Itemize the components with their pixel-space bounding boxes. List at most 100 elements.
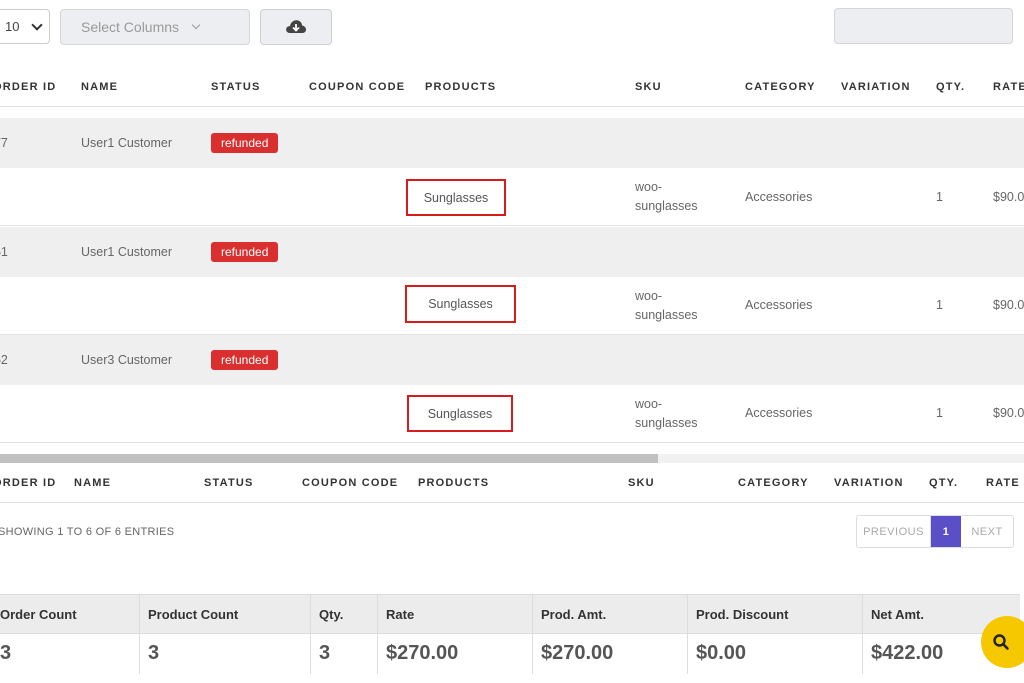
rate: $90.0 <box>993 298 1024 312</box>
pagination: PREVIOUS 1 NEXT <box>856 515 1014 548</box>
table-info: SHOWING 1 TO 6 OF 6 ENTRIES <box>0 526 175 538</box>
horizontal-scrollbar-thumb[interactable] <box>0 454 658 463</box>
sku-line: sunglasses <box>635 308 698 322</box>
qty: 1 <box>936 190 943 204</box>
col-products[interactable]: PRODUCTS <box>425 81 496 93</box>
previous-page-button[interactable]: PREVIOUS <box>857 516 931 547</box>
order-id: 361 <box>0 245 8 259</box>
search-input[interactable] <box>834 8 1013 44</box>
chevron-down-icon <box>31 19 43 31</box>
summary-header-cell: Prod. Amt. <box>541 607 607 622</box>
summary-divider <box>687 594 688 674</box>
sku-cell: woo- sunglasses <box>635 395 698 433</box>
table-footer-header: ORDER ID NAME STATUS COUPON CODE PRODUCT… <box>0 463 1024 503</box>
category: Accessories <box>745 406 813 420</box>
next-page-button[interactable]: NEXT <box>961 516 1013 547</box>
summary-header-cell: Order Count <box>0 607 77 622</box>
sku-cell: woo- sunglasses <box>635 178 698 216</box>
qty: 1 <box>936 298 943 312</box>
select-columns-placeholder: Select Columns <box>81 19 180 35</box>
col-rate: RATE <box>986 477 1020 489</box>
table-row[interactable]: 361 User1 Customer refunded <box>0 227 1024 277</box>
page-length-select[interactable]: 10 <box>0 9 50 44</box>
customer-name: User1 Customer <box>81 136 172 150</box>
summary-divider <box>862 594 863 674</box>
rate: $90.0 <box>993 406 1024 420</box>
summary-value-cell: 3 <box>0 642 12 664</box>
summary-header-cell: Net Amt. <box>871 607 924 622</box>
table-row[interactable]: Sunglasses woo- sunglasses Accessories 1… <box>0 277 1024 335</box>
summary-value-cell: $422.00 <box>871 642 944 664</box>
summary-header-cell: Prod. Discount <box>696 607 789 622</box>
product-cell-highlighted[interactable]: Sunglasses <box>405 285 516 323</box>
category: Accessories <box>745 190 813 204</box>
sku-line: sunglasses <box>635 416 698 430</box>
summary-divider <box>139 594 140 674</box>
product-cell-highlighted[interactable]: Sunglasses <box>406 179 506 216</box>
category: Accessories <box>745 298 813 312</box>
summary-divider <box>310 594 311 674</box>
col-order-id[interactable]: ORDER ID <box>0 81 56 93</box>
floating-search-button[interactable] <box>981 616 1024 668</box>
order-id: 352 <box>0 353 8 367</box>
col-variation: VARIATION <box>834 477 904 489</box>
summary-value-cell: 3 <box>319 642 331 664</box>
summary-values: 3 3 3 $270.00 $270.00 $0.00 $422.00 <box>0 634 1020 674</box>
col-name[interactable]: NAME <box>81 81 118 93</box>
col-sku: SKU <box>628 477 655 489</box>
sku-cell: woo- sunglasses <box>635 287 698 325</box>
summary-divider <box>532 594 533 674</box>
sku-line: woo- <box>635 397 663 411</box>
table-row[interactable]: Sunglasses woo- sunglasses Accessories 1… <box>0 385 1024 443</box>
col-variation[interactable]: VARIATION <box>841 81 911 93</box>
order-id: 377 <box>0 136 8 150</box>
summary-header-cell: Qty. <box>319 607 344 622</box>
summary-value-cell: 3 <box>148 642 160 664</box>
status-badge: refunded <box>211 242 279 262</box>
col-order-id: ORDER ID <box>0 477 57 489</box>
table-row[interactable]: 377 User1 Customer refunded <box>0 118 1024 168</box>
sku-line: woo- <box>635 180 663 194</box>
status-badge: refunded <box>211 350 279 370</box>
col-name: NAME <box>74 477 112 489</box>
summary-value-cell: $0.00 <box>696 642 747 664</box>
sku-line: sunglasses <box>635 199 698 213</box>
col-coupon-code: COUPON CODE <box>302 477 399 489</box>
summary-divider <box>377 594 378 674</box>
chevron-down-icon <box>191 20 201 30</box>
customer-name: User3 Customer <box>81 353 172 367</box>
table-row[interactable]: Sunglasses woo- sunglasses Accessories 1… <box>0 168 1024 226</box>
col-category[interactable]: CATEGORY <box>745 81 816 93</box>
table-header: ORDER ID NAME STATUS COUPON CODE PRODUCT… <box>0 67 1024 107</box>
table-row[interactable]: 352 User3 Customer refunded <box>0 335 1024 385</box>
col-sku[interactable]: SKU <box>635 81 662 93</box>
product-cell-highlighted[interactable]: Sunglasses <box>407 395 513 432</box>
product-name: Sunglasses <box>428 297 493 311</box>
summary-header-cell: Product Count <box>148 607 239 622</box>
col-products: PRODUCTS <box>418 477 490 489</box>
select-columns-dropdown[interactable]: Select Columns <box>60 9 250 45</box>
product-name: Sunglasses <box>427 406 493 421</box>
col-qty[interactable]: QTY. <box>936 81 965 93</box>
summary-value-cell: $270.00 <box>386 642 459 664</box>
col-status: STATUS <box>204 477 254 489</box>
sku-line: woo- <box>635 289 663 303</box>
col-category: CATEGORY <box>738 477 809 489</box>
page-1-button[interactable]: 1 <box>931 516 961 547</box>
product-name: Sunglasses <box>423 190 489 205</box>
page-length-value: 10 <box>5 19 20 34</box>
col-qty: QTY. <box>929 477 959 489</box>
download-button[interactable] <box>260 9 332 45</box>
qty: 1 <box>936 406 943 420</box>
status-badge: refunded <box>211 133 279 153</box>
cloud-download-icon <box>286 20 306 33</box>
col-status[interactable]: STATUS <box>211 81 261 93</box>
col-coupon-code[interactable]: COUPON CODE <box>309 81 405 93</box>
rate: $90.0 <box>993 190 1024 204</box>
col-rate[interactable]: RATE <box>993 81 1024 93</box>
summary-value-cell: $270.00 <box>541 642 614 664</box>
summary-header-cell: Rate <box>386 607 415 622</box>
summary-header: Order Count Product Count Qty. Rate Prod… <box>0 594 1020 634</box>
search-icon <box>993 634 1009 650</box>
customer-name: User1 Customer <box>81 245 172 259</box>
